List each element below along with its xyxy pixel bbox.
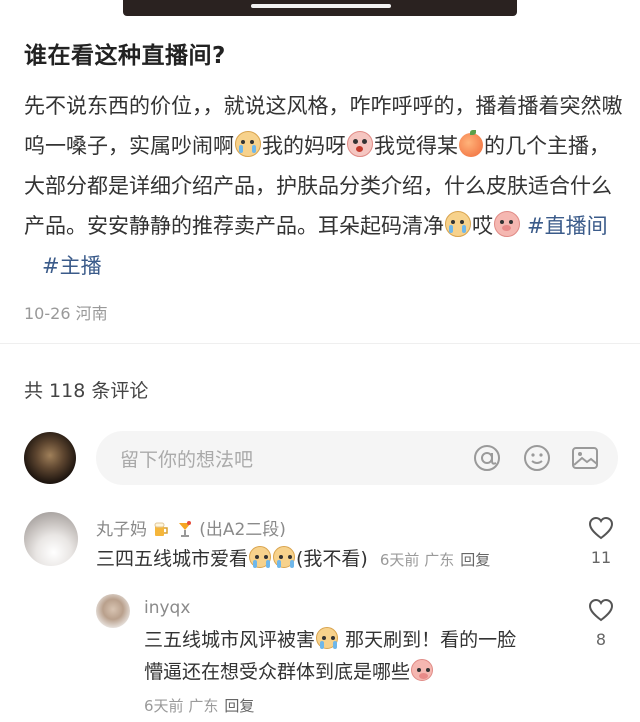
- post-title: 谁在看这种直播间?: [24, 43, 226, 69]
- comment-text-part: 懵逼还在想受众群体到底是哪些: [144, 661, 411, 683]
- crying-emoji-icon: [235, 131, 261, 157]
- current-user-avatar[interactable]: [24, 432, 76, 484]
- pig-emoji-icon: [411, 659, 434, 681]
- beer-icon: [154, 522, 169, 536]
- emoji-icon[interactable]: [522, 443, 552, 473]
- shocked-emoji-icon: [347, 131, 373, 157]
- like-count: 8: [595, 630, 607, 649]
- divider: [0, 343, 640, 344]
- commenter-name[interactable]: inyqx: [144, 598, 190, 618]
- crying-emoji-icon: [273, 546, 296, 568]
- comment-text-part: 三四五线城市爱看: [96, 548, 249, 570]
- crying-emoji-icon: [445, 211, 471, 237]
- commenter-name-suffix: (出A2二段): [199, 520, 286, 540]
- at-icon[interactable]: [472, 443, 502, 473]
- comment-meta: 6天前 广东 回复: [144, 690, 254, 722]
- crying-emoji-icon: [249, 546, 272, 568]
- comment-text-part: 那天刷到！看的一脸: [345, 629, 517, 651]
- commenter-name[interactable]: 丸子妈 (出A2二段): [96, 515, 286, 540]
- video-progress-strip[interactable]: [123, 0, 517, 16]
- commenter-avatar[interactable]: [24, 512, 78, 566]
- reply-button[interactable]: 回复: [224, 697, 254, 715]
- post-body-text-5: 哎: [472, 214, 493, 238]
- comment-input[interactable]: 留下你的想法吧: [96, 431, 618, 485]
- comment-text-part: (我不看): [296, 548, 368, 570]
- hashtag-anchor[interactable]: #主播: [42, 254, 102, 278]
- comment-meta: 6天前 广东 回复: [380, 551, 490, 569]
- comment-text-part: 三五线城市风评被害: [144, 629, 316, 651]
- crying-emoji-icon: [316, 627, 339, 649]
- comment-count: 共 118 条评论: [24, 380, 149, 402]
- post-meta: 10-26 河南: [24, 300, 108, 324]
- heart-icon: [588, 516, 614, 540]
- like-button[interactable]: 11: [588, 516, 614, 567]
- progress-bar: [251, 4, 391, 8]
- comment-time: 6天前: [379, 551, 420, 569]
- post-body-text-2: 我的妈呀: [262, 134, 346, 158]
- post-body: 先不说东西的价位，，就说这风格，咋咋呼呼的，播着播着突然嗷呜一嗓子，实属吵闹啊我…: [24, 86, 624, 286]
- post-body-text-3: 我觉得某: [374, 134, 458, 158]
- comment-location: 广东: [424, 551, 455, 569]
- commenter-avatar[interactable]: [96, 594, 130, 628]
- cocktail-icon: [178, 521, 191, 537]
- image-icon[interactable]: [570, 443, 600, 473]
- comment-location: 广东: [188, 697, 219, 715]
- like-button[interactable]: 8: [588, 598, 614, 649]
- commenter-name-text: 丸子妈: [96, 520, 147, 540]
- comment-text-line2: 懵逼还在想受众群体到底是哪些: [144, 656, 434, 688]
- heart-icon: [588, 598, 614, 622]
- like-count: 11: [590, 548, 612, 567]
- hashtag-live-room[interactable]: #直播间: [527, 214, 608, 238]
- peach-emoji-icon: [459, 130, 483, 157]
- post-date: 10-26: [24, 304, 71, 323]
- pig-emoji-icon: [494, 211, 520, 237]
- post-location: 河南: [75, 304, 108, 323]
- reply-button[interactable]: 回复: [460, 551, 490, 569]
- comment-text: 三四五线城市爱看 (我不看) 6天前 广东 回复: [96, 543, 490, 576]
- comment-input-placeholder: 留下你的想法吧: [120, 449, 254, 471]
- comment-time: 6天前: [144, 697, 184, 715]
- comment-text: 三五线城市风评被害 那天刷到！看的一脸: [144, 624, 516, 656]
